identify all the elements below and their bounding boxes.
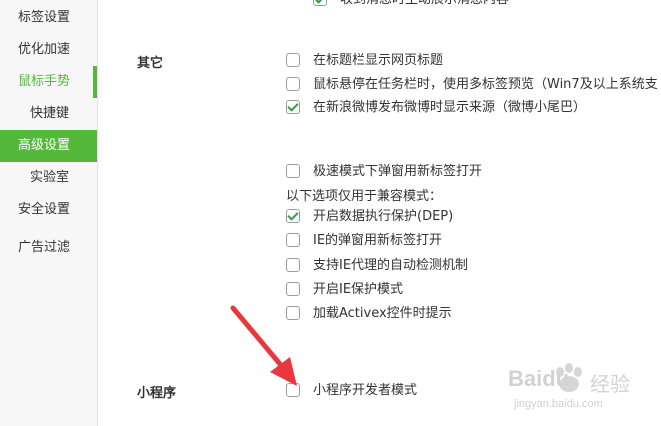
watermark-url: jingyan.baidu.com	[514, 398, 603, 410]
watermark-suffix: 经验	[590, 372, 630, 396]
watermark-brand: Baidu	[508, 366, 570, 391]
baidu-jingyan-watermark: Baidu 经验 jingyan.baidu.com	[506, 360, 656, 420]
